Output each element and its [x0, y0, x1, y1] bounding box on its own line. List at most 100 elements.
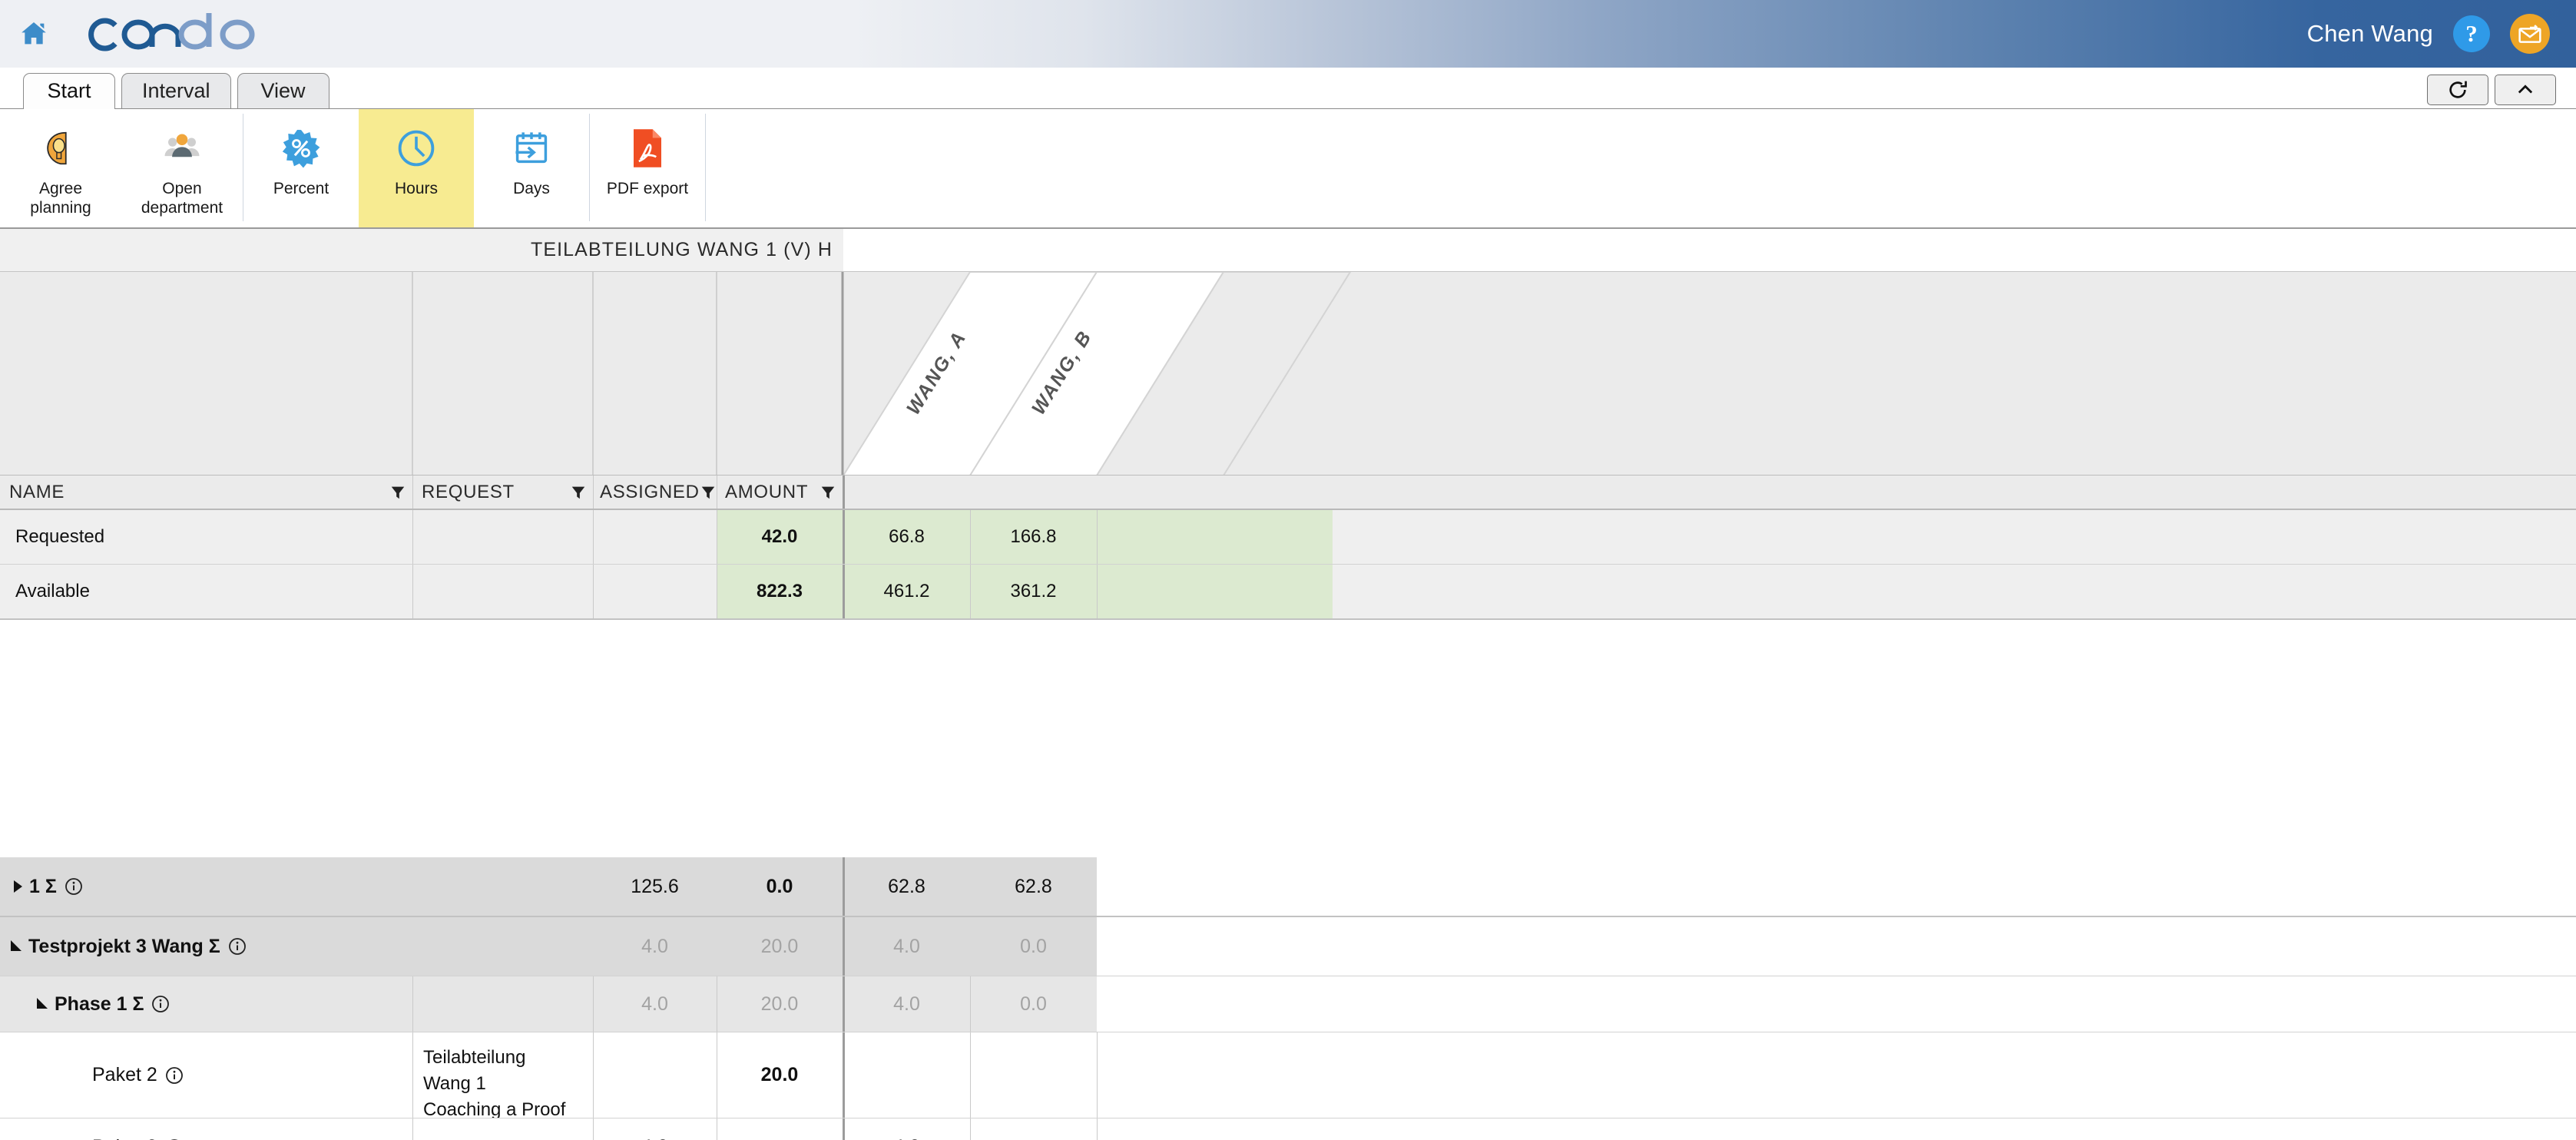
home-icon[interactable]	[17, 17, 51, 51]
summary-cell-amount: 822.3	[717, 565, 843, 618]
summary-row-available: Available 822.3 461.2 361.2	[0, 565, 2576, 618]
open-department-label: Open department	[141, 180, 223, 217]
clock-icon	[396, 124, 437, 172]
info-icon[interactable]	[151, 995, 170, 1013]
column-header-request[interactable]: REQUEST	[412, 476, 593, 509]
days-button[interactable]: Days	[474, 109, 589, 227]
row-wang-b[interactable]: 0.0	[970, 917, 1097, 976]
column-header-name[interactable]: NAME	[0, 476, 412, 509]
row-title: Paket 2	[92, 1064, 157, 1085]
summary-cell-request	[412, 565, 593, 618]
cell-divider	[843, 976, 845, 1032]
row-empty-area	[1097, 976, 2576, 1032]
hours-button[interactable]: Hours	[359, 109, 474, 227]
ribbon-group-export: PDF export	[590, 109, 705, 227]
row-request: Teilabteilung Wang 1 Coaching a Proof of…	[423, 1047, 566, 1140]
row-request	[412, 976, 593, 1032]
mail-envelope-icon[interactable]	[2510, 14, 2550, 54]
cell-divider	[843, 1118, 845, 1140]
department-band-filler	[843, 229, 2576, 272]
info-icon[interactable]	[65, 877, 83, 896]
hours-label: Hours	[394, 180, 439, 197]
row-title: Phase 1 Σ	[55, 993, 144, 1015]
row-amount[interactable]: 20.0	[717, 1032, 843, 1118]
summary-row-label: Available	[15, 581, 90, 601]
expand-collapse-icon[interactable]	[11, 940, 22, 951]
cell-divider	[1097, 565, 1098, 618]
cell-divider	[970, 1118, 971, 1140]
row-request	[412, 1118, 593, 1140]
percent-badge-icon	[281, 124, 321, 172]
row-assigned[interactable]	[593, 1032, 717, 1118]
cell-divider	[412, 1118, 413, 1140]
row-name[interactable]: 1 Σ	[0, 857, 412, 916]
ribbon-group-units: Percent Hours Days	[243, 109, 589, 227]
cell-divider	[412, 976, 413, 1032]
column-header-assigned-label: ASSIGNED	[600, 482, 700, 502]
row-name[interactable]: Testprojekt 3 Wang Σ	[0, 917, 412, 976]
ribbon-separator-3	[705, 114, 706, 221]
tab-interval[interactable]: Interval	[121, 73, 231, 108]
row-wang-a[interactable]: 4.0	[843, 917, 970, 976]
planning-grid: TEILABTEILUNG WANG 1 (V) H WANG, A WANG,…	[0, 229, 2576, 1140]
info-icon[interactable]	[165, 1066, 184, 1085]
row-amount[interactable]	[717, 1118, 843, 1140]
table-row[interactable]: Paket 2 4.0 4.0	[0, 1118, 2576, 1140]
row-name[interactable]: Paket 2	[0, 1032, 412, 1118]
row-name[interactable]: Phase 1 Σ	[0, 976, 412, 1032]
row-wang-a[interactable]	[843, 1032, 970, 1118]
column-header-name-label: NAME	[9, 482, 65, 502]
summary-cell-filler	[1097, 510, 1333, 564]
pdf-export-button[interactable]: PDF export	[590, 109, 705, 227]
row-wang-a[interactable]: 4.0	[843, 1118, 970, 1140]
row-wang-b[interactable]	[970, 1032, 1097, 1118]
expand-collapse-icon[interactable]	[37, 997, 48, 1009]
people-group-icon	[161, 124, 203, 172]
tab-view[interactable]: View	[237, 73, 329, 108]
info-icon[interactable]	[228, 937, 247, 956]
user-name: Chen Wang	[2306, 20, 2433, 47]
help-icon[interactable]: ?	[2453, 15, 2490, 52]
table-row[interactable]: 1 Σ 125.6 0.0 62.8 62.8	[0, 857, 2576, 916]
header-right-controls: Chen Wang ?	[2307, 14, 2576, 54]
column-header-amount[interactable]: AMOUNT	[717, 476, 843, 509]
row-amount: 20.0	[760, 935, 799, 957]
row-amount: 0.0	[766, 875, 793, 897]
row-wang-b[interactable]: 0.0	[970, 976, 1097, 1032]
row-name[interactable]: Paket 2	[0, 1118, 412, 1140]
column-header-amount-label: AMOUNT	[725, 482, 809, 502]
filter-icon[interactable]	[570, 484, 587, 501]
summary-cell-request	[412, 510, 593, 564]
table-row[interactable]: Testprojekt 3 Wang Σ 4.0 20.0 4.0 0.0	[0, 917, 2576, 976]
agree-planning-button[interactable]: Agree planning	[0, 109, 121, 227]
cell-divider	[843, 565, 845, 618]
filter-icon[interactable]	[389, 484, 406, 501]
collapse-ribbon-icon[interactable]	[2495, 75, 2556, 105]
row-wang-b[interactable]: 62.8	[970, 857, 1097, 916]
summary-cell-wang-b: 361.2	[970, 565, 1097, 618]
filter-icon[interactable]	[819, 484, 836, 501]
row-wang-b[interactable]	[970, 1118, 1097, 1140]
row-wang-a[interactable]: 4.0	[843, 976, 970, 1032]
cell-divider	[970, 510, 971, 564]
row-wang-a[interactable]: 62.8	[843, 857, 970, 916]
tab-start[interactable]: Start	[23, 73, 115, 109]
column-divider	[843, 476, 845, 509]
table-row[interactable]: Paket 2 Teilabteilung Wang 1 Coaching a …	[0, 1032, 2576, 1140]
cell-divider	[412, 565, 413, 618]
head-lightbulb-icon	[40, 124, 81, 172]
open-department-button[interactable]: Open department	[121, 109, 243, 227]
filter-icon[interactable]	[700, 484, 717, 501]
row-assigned[interactable]: 4.0	[593, 1118, 717, 1140]
summary-cell-amount: 42.0	[717, 510, 843, 564]
expand-collapse-icon[interactable]	[14, 880, 22, 893]
refresh-icon[interactable]	[2427, 75, 2488, 105]
percent-button[interactable]: Percent	[243, 109, 359, 227]
table-row[interactable]: Phase 1 Σ 4.0 20.0 4.0 0.0	[0, 976, 2576, 1032]
column-header-assigned[interactable]: ASSIGNED	[593, 476, 717, 509]
row-empty-area	[1098, 1032, 2576, 1118]
summary-row-requested: Requested 42.0 66.8 166.8	[0, 510, 2576, 564]
column-divider	[412, 476, 413, 509]
cando-logo[interactable]	[80, 10, 272, 58]
row-empty-area	[1097, 857, 2576, 916]
